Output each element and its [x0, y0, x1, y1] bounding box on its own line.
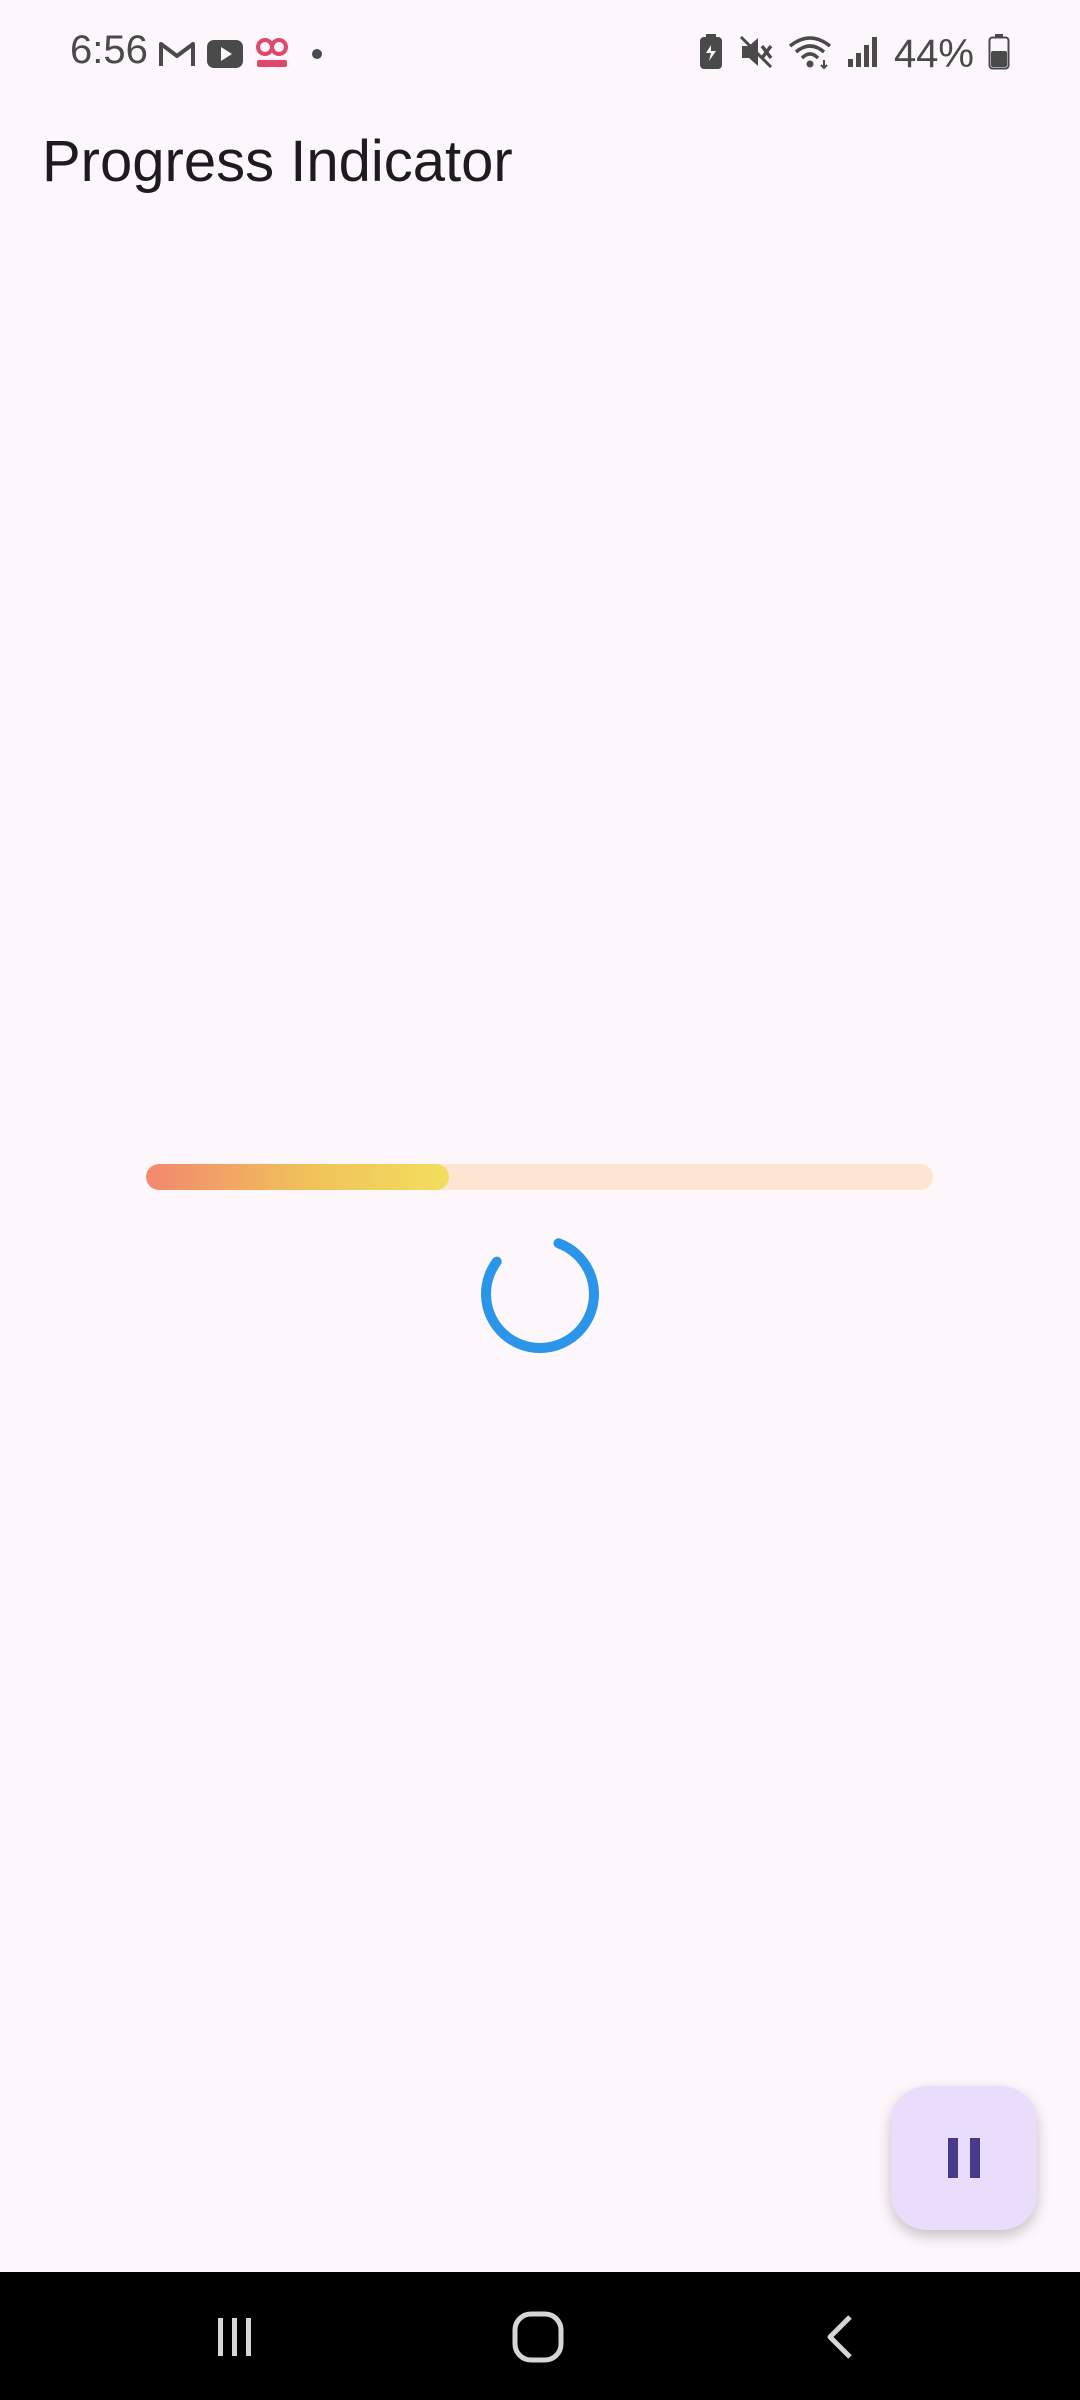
pause-icon: [948, 2138, 980, 2178]
status-bar: 6:56 44%: [0, 0, 1080, 108]
system-nav-bar: [0, 2272, 1080, 2400]
linear-progress-indicator: [146, 1164, 933, 1190]
home-icon: [512, 2311, 564, 2363]
hood-app-icon: [254, 34, 290, 74]
home-button[interactable]: [503, 2302, 573, 2372]
wifi-icon: [788, 34, 832, 75]
battery-icon: [988, 33, 1010, 76]
recent-apps-button[interactable]: [200, 2302, 270, 2372]
app-screen: 6:56 44% Progress Indicator: [0, 0, 1080, 2400]
linear-progress-fill: [146, 1164, 449, 1190]
gmail-icon: [158, 34, 196, 74]
battery-percent: 44%: [893, 31, 974, 76]
battery-saver-icon: [698, 33, 724, 76]
circular-progress-indicator: [481, 1235, 599, 1354]
dot-icon: [310, 34, 324, 74]
page-title: Progress Indicator: [42, 129, 513, 194]
recent-apps-icon: [218, 2318, 251, 2356]
pause-button[interactable]: [891, 2086, 1037, 2230]
back-button[interactable]: [806, 2302, 876, 2372]
back-icon: [827, 2315, 852, 2359]
youtube-icon: [206, 34, 244, 74]
status-right-cluster: 44%: [698, 28, 1010, 80]
status-time: 6:56: [70, 28, 148, 72]
signal-icon: [846, 35, 880, 74]
mute-icon: [738, 34, 774, 75]
